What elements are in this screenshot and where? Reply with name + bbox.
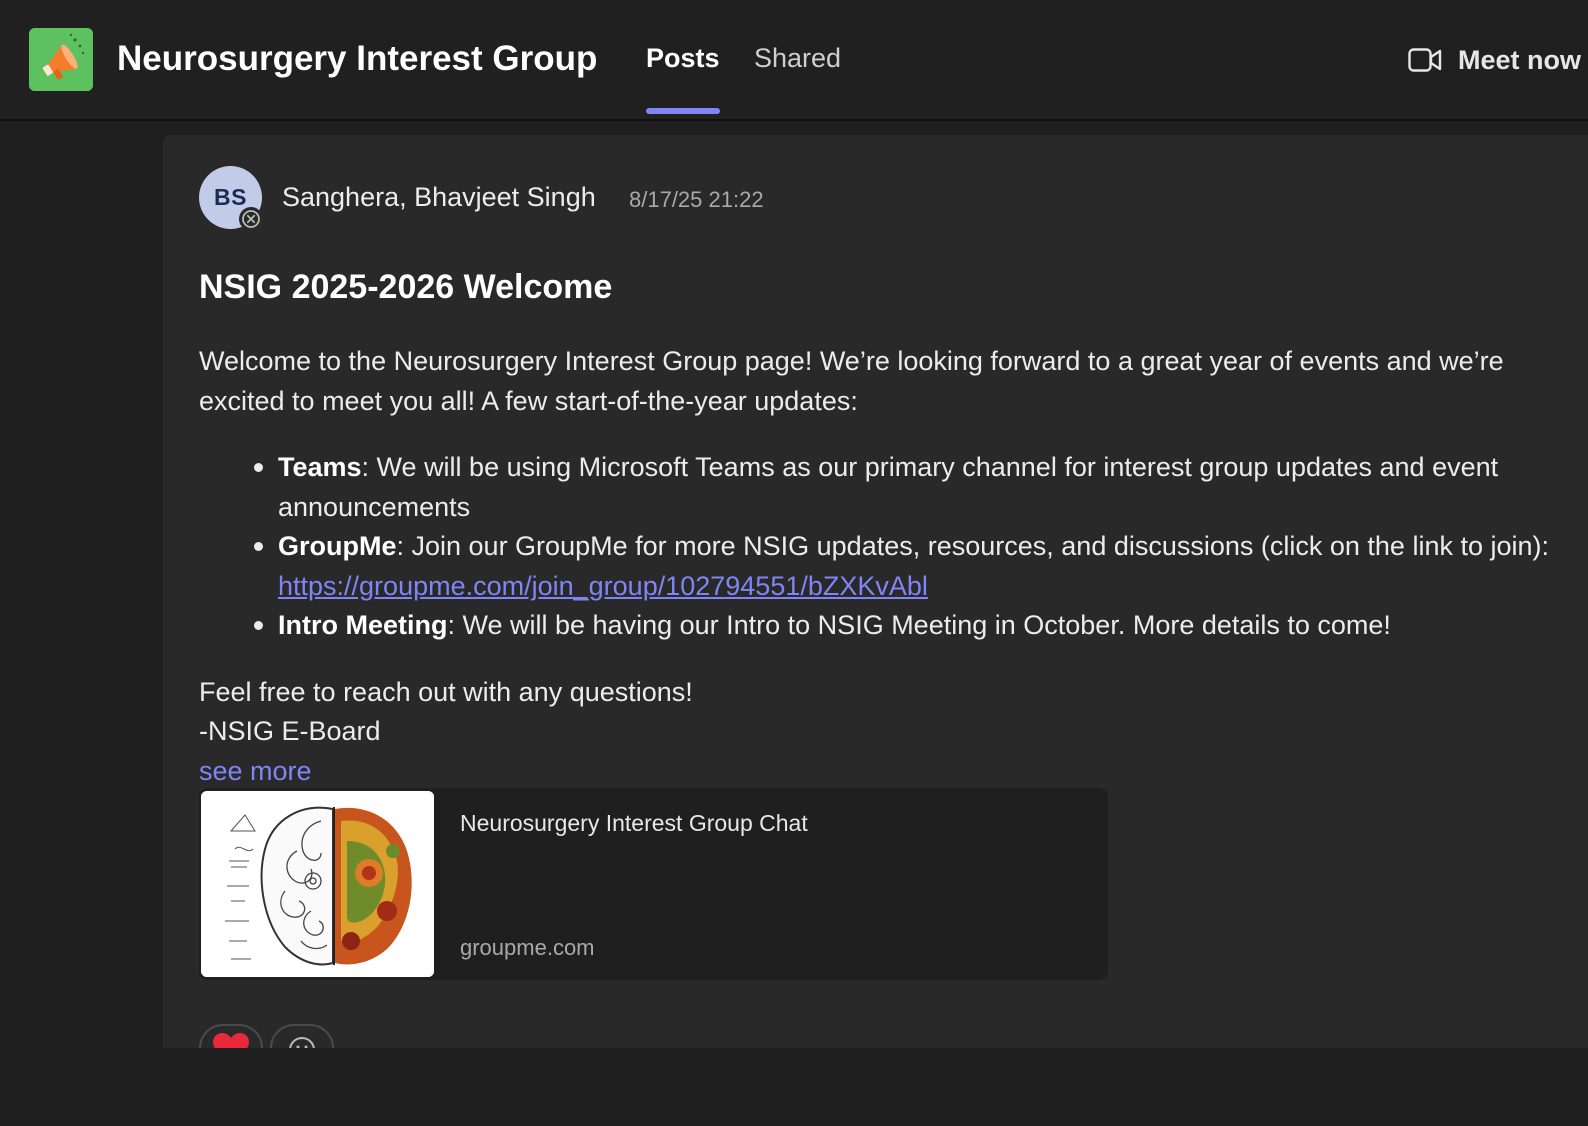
post-signature: -NSIG E-Board xyxy=(199,716,381,742)
bullet-text: announcements xyxy=(278,491,471,522)
meet-now-label: Meet now xyxy=(1458,44,1582,75)
link-preview-domain: groupme.com xyxy=(460,935,595,960)
bullet-label: Intro Meeting xyxy=(278,610,448,640)
list-item-continuation: announcements xyxy=(278,488,1588,528)
see-more-link[interactable]: see more xyxy=(199,753,312,789)
bullet-text: : Join our GroupMe for more NSIG updates… xyxy=(396,531,1550,561)
channel-header: Neurosurgery Interest Group Posts Shared… xyxy=(0,0,1588,121)
post-author[interactable]: Sanghera, Bhavjeet Singh xyxy=(282,181,596,213)
bullet-text: : We will be having our Intro to NSIG Me… xyxy=(447,610,1391,640)
post-closing-line: Feel free to reach out with any question… xyxy=(199,676,693,707)
list-item: GroupMe: Join our GroupMe for more NSIG … xyxy=(254,527,1588,567)
video-camera-icon xyxy=(1408,48,1442,72)
tab-shared[interactable]: Shared xyxy=(754,38,841,78)
link-preview-card[interactable]: Neurosurgery Interest Group Chat groupme… xyxy=(199,788,1108,980)
selected-tab-indicator xyxy=(646,108,720,114)
post-timestamp: 8/17/25 21:22 xyxy=(629,187,764,212)
team-megaphone-icon[interactable] xyxy=(29,28,93,91)
post-title: NSIG 2025-2026 Welcome xyxy=(199,268,613,306)
bullet-label: Teams xyxy=(278,452,362,482)
bullet-label: GroupMe xyxy=(278,531,397,561)
presence-offline-icon xyxy=(239,207,263,231)
list-item: Intro Meeting: We will be having our Int… xyxy=(254,606,1588,646)
list-item-continuation: https://groupme.com/join_group/102794551… xyxy=(278,567,1588,607)
link-preview-title: Neurosurgery Interest Group Chat xyxy=(460,810,808,836)
link-preview-image xyxy=(201,791,434,977)
groupme-join-link[interactable]: https://groupme.com/join_group/102794551… xyxy=(278,571,928,601)
post-intro-line: excited to meet you all! A few start-of-… xyxy=(199,385,858,416)
posts-feed: BS Sanghera, Bhavjeet Singh 8/17/25 21:2… xyxy=(0,121,1588,1126)
add-reaction-button[interactable] xyxy=(270,1024,334,1048)
post-intro-line: Welcome to the Neurosurgery Interest Gro… xyxy=(199,346,1504,376)
meet-now-button[interactable]: Meet now xyxy=(1408,38,1581,82)
bullet-text: : We will be using Microsoft Teams as ou… xyxy=(361,452,1499,482)
tab-posts[interactable]: Posts xyxy=(646,38,720,78)
team-name: Neurosurgery Interest Group xyxy=(117,39,598,78)
list-item: Teams: We will be using Microsoft Teams … xyxy=(254,448,1588,488)
add-reaction-icon xyxy=(289,1037,315,1048)
post-body: Welcome to the Neurosurgery Interest Gro… xyxy=(199,342,1588,742)
heart-reaction-button[interactable] xyxy=(199,1024,263,1048)
updates-list: Teams: We will be using Microsoft Teams … xyxy=(199,448,1588,646)
avatar-initials: BS xyxy=(214,184,247,210)
post-card: BS Sanghera, Bhavjeet Singh 8/17/25 21:2… xyxy=(163,135,1588,1048)
heart-icon xyxy=(213,1033,249,1048)
